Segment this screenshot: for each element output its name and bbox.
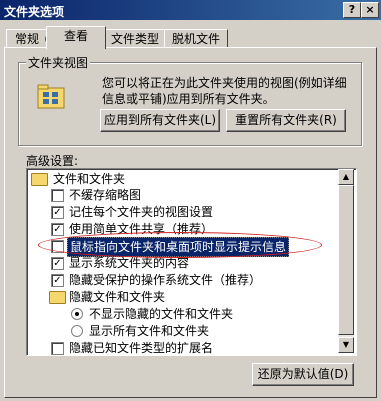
folder-view-icon — [37, 84, 65, 109]
checkbox[interactable] — [51, 189, 64, 202]
close-button[interactable]: × — [361, 2, 379, 18]
checkbox-checked[interactable]: ✓ — [51, 257, 64, 270]
tab-offline-files[interactable]: 脱机文件 — [164, 29, 228, 48]
tree-scrollbar[interactable]: ▲ ▼ — [338, 169, 354, 353]
checkbox-checked[interactable]: ✓ — [51, 223, 64, 236]
radio[interactable] — [71, 325, 83, 337]
item-highlight-annotation — [38, 232, 322, 258]
window-title: 文件夹选项 — [4, 5, 65, 19]
reset-all-folders-button[interactable]: 重置所有文件夹(R) — [226, 109, 346, 132]
restore-defaults-button[interactable]: 还原为默认值(D) — [252, 363, 354, 386]
folder-icon — [49, 291, 66, 304]
checkbox-checked[interactable]: ✓ — [51, 274, 64, 287]
radio-selected[interactable] — [71, 308, 83, 320]
folder-view-title: 文件夹视图 — [26, 54, 91, 71]
scroll-thumb[interactable] — [338, 185, 354, 335]
apply-all-folders-button[interactable]: 应用到所有文件夹(L) — [100, 109, 220, 132]
folder-icon — [31, 173, 48, 186]
advanced-settings-tree[interactable]: 文件和文件夹 不缓存缩略图 ✓ 记住每个文件夹的视图设置 ✓ 使用简单文件共享（… — [26, 168, 357, 356]
scroll-up-icon[interactable]: ▲ — [338, 169, 354, 185]
help-button[interactable]: ? — [343, 2, 361, 18]
title-bar: 文件夹选项 ? × — [0, 0, 381, 20]
advanced-settings-label: 高级设置: — [26, 154, 79, 168]
checkbox-checked[interactable]: ✓ — [51, 206, 64, 219]
checkbox[interactable] — [51, 342, 64, 355]
folder-view-description: 您可以将正在为此文件夹使用的视图(例如详细信息或平铺)应用到所有文件夹。 — [102, 76, 347, 106]
scroll-down-icon[interactable]: ▼ — [338, 337, 354, 353]
tab-view[interactable]: 查看 — [46, 26, 106, 49]
tab-file-types[interactable]: 文件类型 — [104, 29, 166, 48]
tab-general[interactable]: 常规 — [6, 29, 48, 48]
